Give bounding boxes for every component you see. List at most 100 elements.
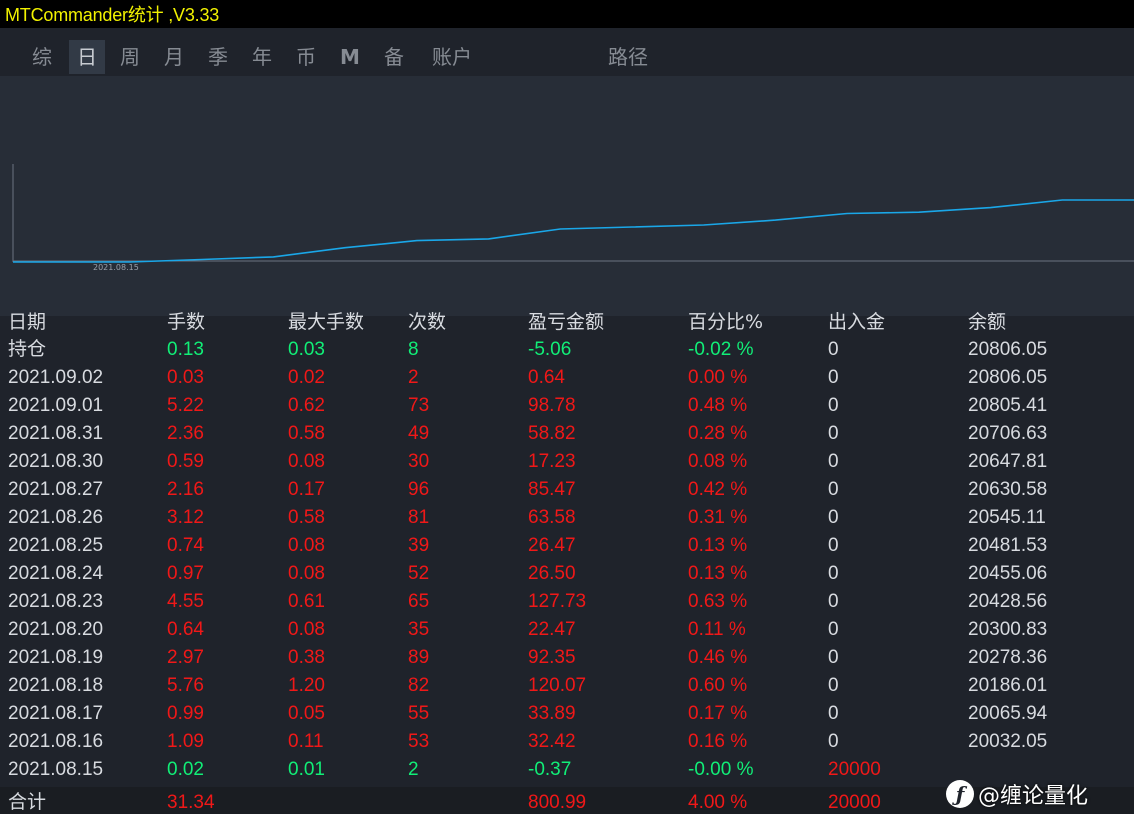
tab-magic[interactable]: M [334,40,366,74]
cell-max-lots: 0.58 [288,507,325,528]
stats-panel: 综 日 周 月 季 年 币 M 备 账户 路径 2021.08.15 日期 手数… [0,28,1134,814]
cell-balance: 20186.01 [968,675,1048,696]
cell-date: 2021.08.30 [8,451,104,472]
cell-lots: 2.16 [167,479,204,500]
tab-daily[interactable]: 日 [69,40,105,74]
cell-balance: 20065.94 [968,703,1048,724]
cell-deposit: 20000 [828,759,881,780]
cell-date: 2021.08.25 [8,535,104,556]
equity-chart: 2021.08.15 [0,76,1134,316]
cell-count: 49 [408,423,430,444]
cell-percent: 0.60 % [688,675,748,696]
header-count: 次数 [408,311,447,333]
cell-count: 39 [408,535,430,556]
cell-count: 96 [408,479,430,500]
cell-deposit: 0 [828,423,839,444]
cell-percent: 0.08 % [688,451,748,472]
cell-deposit: 0 [828,395,839,416]
cell-balance: 20481.53 [968,535,1048,556]
cell-lots: 5.76 [167,675,204,696]
table-header: 日期 手数 最大手数 次数 盈亏金额 百分比% 出入金 余额 [0,308,1134,336]
cell-lots: 4.55 [167,591,204,612]
cell-date: 2021.09.02 [8,367,104,388]
cell-max-lots: 0.61 [288,591,325,612]
cell-count: 52 [408,563,430,584]
cell-balance: 20806.05 [968,367,1048,388]
cell-percent: 0.13 % [688,535,748,556]
table-row: 2021.08.24 0.97 0.08 52 26.50 0.13 % 0 20455.06 [0,560,1134,588]
cell-max-lots: 0.38 [288,647,325,668]
cell-count: 30 [408,451,430,472]
zhihu-logo-icon: ƒ [946,780,974,808]
cell-percent: 0.48 % [688,395,748,416]
watermark: ƒ @缠论量化 [946,774,1088,814]
cell-count: 73 [408,395,430,416]
cell-date: 2021.08.19 [8,647,104,668]
cell-deposit: 0 [828,731,839,752]
tab-monthly[interactable]: 月 [158,40,190,74]
cell-date: 2021.08.16 [8,731,104,752]
window-title: MTCommander统计 ,V3.33 [5,5,220,25]
cell-balance: 20806.05 [968,339,1048,360]
cell-max-lots: 0.01 [288,759,325,780]
cell-percent: 0.16 % [688,731,748,752]
tab-yearly[interactable]: 年 [246,40,278,74]
cell-deposit: 0 [828,563,839,584]
cell-percent: 0.17 % [688,703,748,724]
cell-pnl: 127.73 [528,591,587,612]
cell-max-lots: 0.08 [288,451,325,472]
total-label: 合计 [8,792,47,813]
tab-weekly[interactable]: 周 [114,40,146,74]
tab-path[interactable]: 路径 [604,40,652,74]
table-row: 2021.09.01 5.22 0.62 73 98.78 0.48 % 0 20805.41 [0,392,1134,420]
cell-lots: 3.12 [167,507,204,528]
table-row: 2021.09.02 0.03 0.02 2 0.64 0.00 % 0 20806.05 [0,364,1134,392]
cell-pnl: 17.23 [528,451,576,472]
cell-count: 53 [408,731,430,752]
equity-series [13,199,1134,263]
tab-quarterly[interactable]: 季 [202,40,234,74]
tab-account[interactable]: 账户 [428,40,476,74]
cell-lots: 0.03 [167,367,204,388]
cell-deposit: 0 [828,675,839,696]
tab-overview[interactable]: 综 [26,40,58,74]
table-row: 2021.08.20 0.64 0.08 35 22.47 0.11 % 0 20300.83 [0,616,1134,644]
equity-line [13,199,1134,263]
cell-deposit: 0 [828,339,839,360]
watermark-text: @缠论量化 [978,784,1089,809]
tab-notes[interactable]: 备 [378,40,410,74]
x-tick-label: 2021.08.15 [93,263,139,272]
cell-count: 89 [408,647,430,668]
tab-currency[interactable]: 币 [290,40,322,74]
table-row: 2021.08.31 2.36 0.58 49 58.82 0.28 % 0 20706.63 [0,420,1134,448]
cell-count: 81 [408,507,430,528]
header-percent: 百分比% [688,311,764,333]
cell-count: 65 [408,591,430,612]
cell-max-lots: 0.17 [288,479,325,500]
cell-pnl: -5.06 [528,339,572,360]
cell-balance: 20278.36 [968,647,1048,668]
cell-count: 35 [408,619,430,640]
table-row: 2021.08.30 0.59 0.08 30 17.23 0.08 % 0 20647.81 [0,448,1134,476]
table-row: 2021.08.23 4.55 0.61 65 127.73 0.63 % 0 20428.5… [0,588,1134,616]
cell-pnl: 32.42 [528,731,576,752]
cell-date: 持仓 [8,339,47,360]
cell-pnl: 98.78 [528,395,576,416]
cell-percent: 0.46 % [688,647,748,668]
cell-pnl: 26.47 [528,535,576,556]
cell-pnl: 58.82 [528,423,576,444]
cell-balance: 20805.41 [968,395,1048,416]
equity-chart-svg: 2021.08.15 [12,164,1134,272]
title-bar: MTCommander统计 ,V3.33 [0,0,1134,28]
cell-percent: 0.11 % [688,619,746,640]
cell-balance: 20455.06 [968,563,1048,584]
cell-balance: 20545.11 [968,507,1046,528]
cell-max-lots: 0.02 [288,367,325,388]
cell-percent: 0.31 % [688,507,748,528]
cell-pnl: 85.47 [528,479,576,500]
cell-date: 2021.08.27 [8,479,104,500]
cell-max-lots: 0.05 [288,703,325,724]
cell-max-lots: 0.58 [288,423,325,444]
table-row: 2021.08.19 2.97 0.38 89 92.35 0.46 % 0 20278.36 [0,644,1134,672]
cell-date: 2021.09.01 [8,395,104,416]
